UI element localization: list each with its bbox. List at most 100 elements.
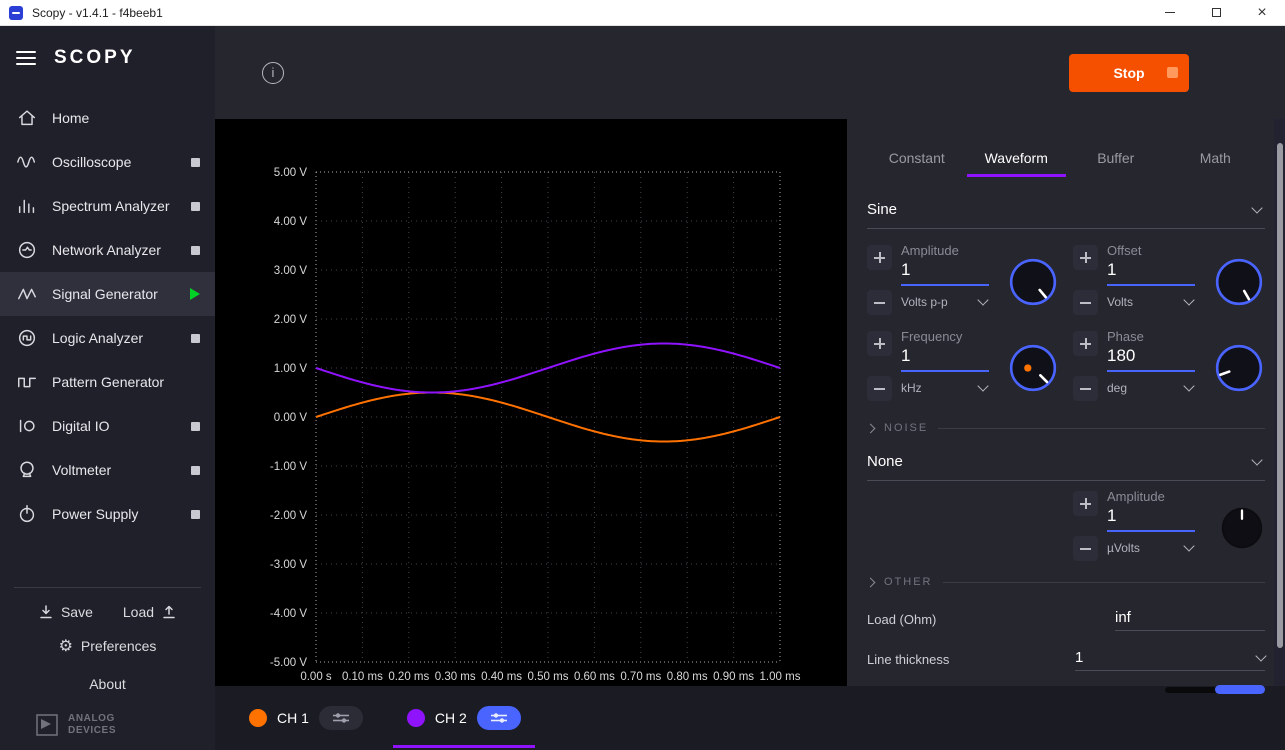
panel-resize-slider[interactable]: [1165, 685, 1265, 694]
chevron-right-icon: [866, 423, 876, 433]
window-title: Scopy - v1.4.1 - f4beeb1: [32, 6, 1147, 20]
offset-increment-button[interactable]: [1073, 245, 1098, 270]
svg-text:0.00 V: 0.00 V: [274, 412, 308, 424]
stopped-indicator: [191, 334, 200, 343]
sidebar-item-network-analyzer[interactable]: Network Analyzer: [0, 228, 215, 272]
voltmeter-icon: [16, 459, 38, 481]
phase-label: Phase: [1107, 329, 1195, 344]
active-channel-underline: [393, 745, 535, 748]
channel-2-item[interactable]: CH 2: [393, 686, 535, 750]
noise-amplitude-unit-select[interactable]: µVolts: [1107, 541, 1195, 555]
phase-control: Phase 180 deg: [1073, 327, 1265, 409]
save-button[interactable]: Save: [38, 604, 93, 620]
amplitude-increment-button[interactable]: [867, 245, 892, 270]
frequency-unit-select[interactable]: kHz: [901, 381, 989, 395]
waveform-chart: 5.00 V4.00 V3.00 V2.00 V1.00 V0.00 V-1.0…: [215, 119, 847, 686]
stop-button[interactable]: Stop: [1069, 54, 1189, 92]
frequency-decrement-button[interactable]: [867, 376, 892, 401]
scrollbar-thumb[interactable]: [1277, 143, 1283, 648]
channel-bar: CH 1 CH 2: [215, 686, 1285, 750]
maximize-icon: [1212, 8, 1221, 17]
close-button[interactable]: [1239, 0, 1285, 26]
amplitude-value-input[interactable]: 1: [901, 258, 989, 286]
svg-text:0.90 ms: 0.90 ms: [713, 671, 754, 683]
slider-handle[interactable]: [1215, 685, 1265, 694]
noise-section-header[interactable]: NOISE: [867, 419, 1265, 437]
tab-constant[interactable]: Constant: [867, 141, 967, 177]
frequency-knob[interactable]: [1007, 342, 1059, 394]
panel-scrollbar[interactable]: [1274, 119, 1285, 686]
noise-type-select[interactable]: None: [867, 443, 1265, 481]
chevron-down-icon: [977, 380, 988, 391]
svg-text:0.10 ms: 0.10 ms: [342, 671, 383, 683]
generator-settings-panel: Constant Waveform Buffer Math Sine: [847, 119, 1285, 686]
logic-analyzer-icon: [16, 327, 38, 349]
load-ohm-input[interactable]: inf: [1115, 609, 1265, 631]
amplitude-knob[interactable]: [1007, 256, 1059, 308]
line-thickness-select[interactable]: 1: [1075, 649, 1265, 671]
frequency-value-input[interactable]: 1: [901, 344, 989, 372]
offset-decrement-button[interactable]: [1073, 290, 1098, 315]
chevron-down-icon: [977, 294, 988, 305]
svg-text:-5.00 V: -5.00 V: [270, 657, 307, 669]
phase-value-input[interactable]: 180: [1107, 344, 1195, 372]
amplitude-unit-select[interactable]: Volts p-p: [901, 295, 989, 309]
svg-text:0.40 ms: 0.40 ms: [481, 671, 522, 683]
info-icon[interactable]: [262, 62, 284, 84]
maximize-button[interactable]: [1193, 0, 1239, 26]
noise-amplitude-increment-button[interactable]: [1073, 491, 1098, 516]
about-button[interactable]: About: [0, 676, 215, 692]
channel-1-settings-toggle[interactable]: [319, 706, 363, 730]
phase-unit-select[interactable]: deg: [1107, 381, 1195, 395]
offset-knob[interactable]: [1213, 256, 1265, 308]
svg-text:1.00 ms: 1.00 ms: [760, 671, 801, 683]
sidebar-item-home[interactable]: Home: [0, 96, 215, 140]
phase-knob[interactable]: [1213, 342, 1265, 394]
offset-unit-select[interactable]: Volts: [1107, 295, 1195, 309]
running-indicator: [190, 288, 200, 300]
channel-1-item[interactable]: CH 1: [235, 686, 377, 750]
frequency-increment-button[interactable]: [867, 331, 892, 356]
chevron-down-icon: [1183, 294, 1194, 305]
sidebar-item-digital-io[interactable]: Digital IO: [0, 404, 215, 448]
phase-increment-button[interactable]: [1073, 331, 1098, 356]
tab-waveform[interactable]: Waveform: [967, 141, 1067, 177]
svg-text:0.80 ms: 0.80 ms: [667, 671, 708, 683]
sidebar-item-oscilloscope[interactable]: Oscilloscope: [0, 140, 215, 184]
load-button[interactable]: Load: [123, 604, 177, 620]
svg-text:1.00 V: 1.00 V: [274, 363, 308, 375]
stopped-indicator: [191, 246, 200, 255]
preferences-button[interactable]: Preferences: [0, 636, 215, 656]
stopped-indicator: [191, 202, 200, 211]
noise-amplitude-value-input[interactable]: 1: [1107, 504, 1195, 532]
waveform-mode-tabs: Constant Waveform Buffer Math: [867, 141, 1265, 177]
svg-text:-3.00 V: -3.00 V: [270, 559, 307, 571]
channel-2-color-dot: [407, 709, 425, 727]
sidebar-item-signal-generator[interactable]: Signal Generator: [0, 272, 215, 316]
tab-buffer[interactable]: Buffer: [1066, 141, 1166, 177]
sidebar-item-pattern-generator[interactable]: Pattern Generator: [0, 360, 215, 404]
svg-text:4.00 V: 4.00 V: [274, 216, 308, 228]
sidebar-item-spectrum-analyzer[interactable]: Spectrum Analyzer: [0, 184, 215, 228]
app-logo: SCOPY: [54, 47, 136, 69]
waveform-type-select[interactable]: Sine: [867, 191, 1265, 229]
amplitude-decrement-button[interactable]: [867, 290, 892, 315]
svg-text:0.00 s: 0.00 s: [300, 671, 332, 683]
stopped-indicator: [191, 510, 200, 519]
phase-decrement-button[interactable]: [1073, 376, 1098, 401]
menu-hamburger-icon[interactable]: [16, 51, 36, 65]
stopped-indicator: [191, 158, 200, 167]
tab-math[interactable]: Math: [1166, 141, 1266, 177]
offset-value-input[interactable]: 1: [1107, 258, 1195, 286]
sidebar-item-voltmeter[interactable]: Voltmeter: [0, 448, 215, 492]
noise-amplitude-knob[interactable]: [1219, 505, 1265, 551]
sidebar-item-power-supply[interactable]: Power Supply: [0, 492, 215, 536]
save-icon: [38, 604, 54, 620]
channel-2-settings-toggle[interactable]: [477, 706, 521, 730]
sidebar-item-logic-analyzer[interactable]: Logic Analyzer: [0, 316, 215, 360]
minimize-button[interactable]: [1147, 0, 1193, 26]
other-section-header[interactable]: OTHER: [867, 573, 1265, 591]
stop-square-icon: [1167, 67, 1178, 78]
gear-icon: [59, 636, 73, 656]
noise-amplitude-decrement-button[interactable]: [1073, 536, 1098, 561]
